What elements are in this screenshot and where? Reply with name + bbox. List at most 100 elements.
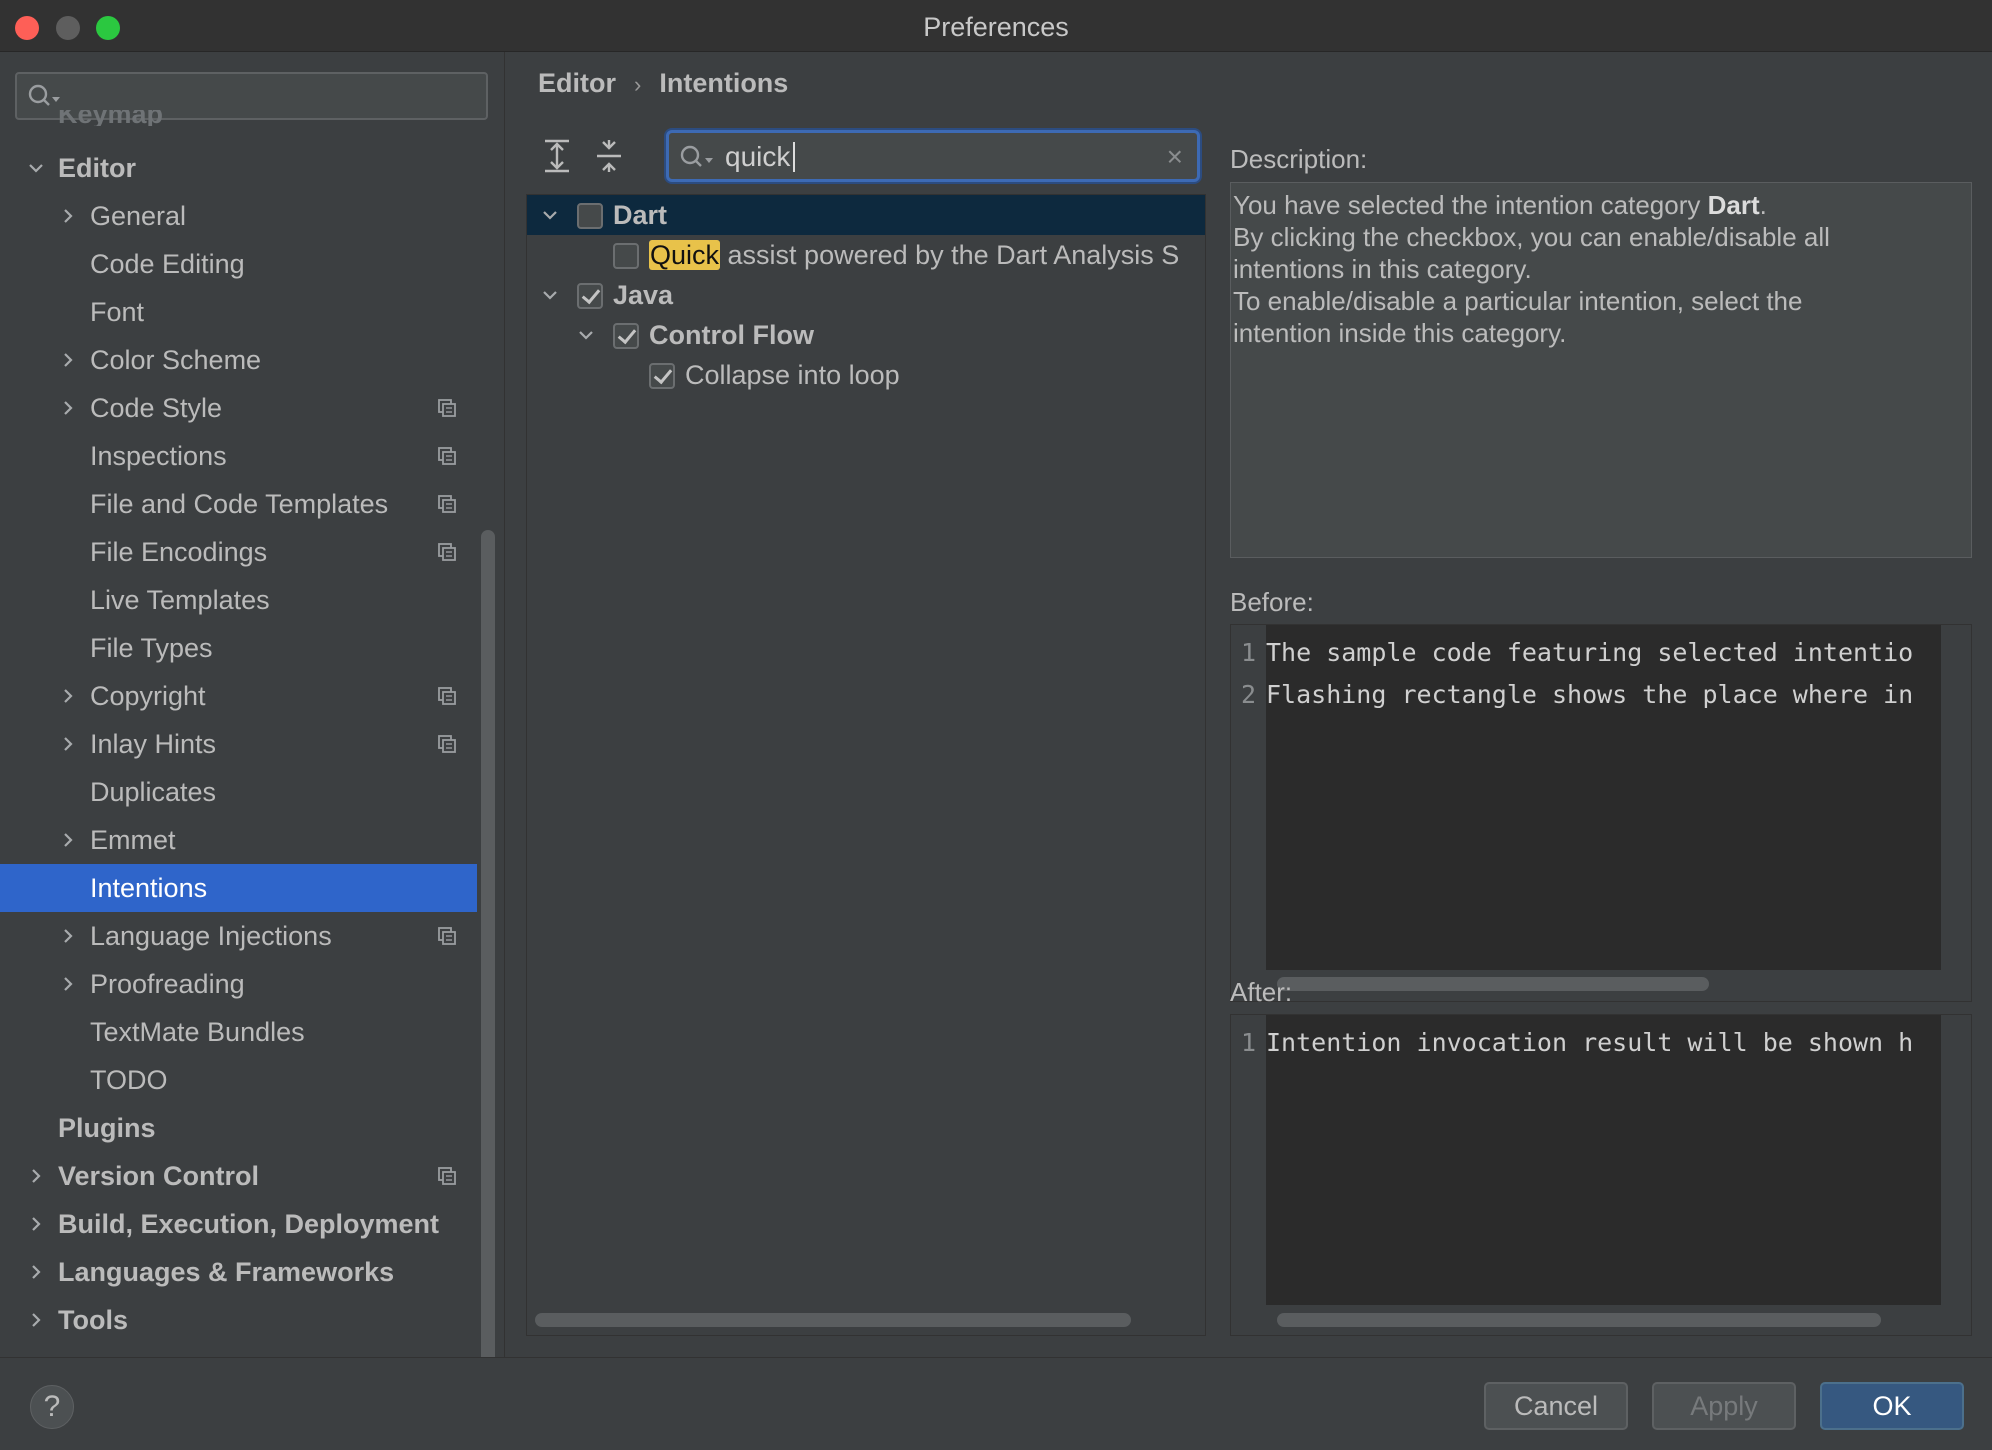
intention-checkbox[interactable] <box>577 203 603 229</box>
line-number: 1 <box>1241 638 1257 667</box>
sidebar-item-label: Intentions <box>90 873 208 903</box>
chevron-down-icon[interactable] <box>541 286 559 304</box>
intention-checkbox[interactable] <box>577 283 603 309</box>
sidebar-item-label: Editor <box>58 153 136 183</box>
sidebar-item-file-and-code-templates[interactable]: File and Code Templates <box>0 480 477 528</box>
chevron-right-icon[interactable] <box>27 1167 45 1185</box>
project-settings-icon <box>438 543 456 561</box>
ok-button[interactable]: OK <box>1820 1382 1964 1430</box>
sidebar-item-label: Plugins <box>58 1113 156 1143</box>
intention-tree-row[interactable]: Collapse into loop <box>527 355 1205 395</box>
chevron-right-icon[interactable] <box>59 351 77 369</box>
intention-tree-row[interactable]: Dart <box>527 195 1205 235</box>
chevron-right-icon[interactable] <box>27 1263 45 1281</box>
chevron-right-icon[interactable] <box>59 975 77 993</box>
sidebar-item-inlay-hints[interactable]: Inlay Hints <box>0 720 477 768</box>
clear-search-icon[interactable]: × <box>1167 141 1183 173</box>
sidebar-item-emmet[interactable]: Emmet <box>0 816 477 864</box>
sidebar-item-code-editing[interactable]: Code Editing <box>0 240 477 288</box>
code-line: 1 The sample code featuring selected inte… <box>1231 633 1941 673</box>
search-icon <box>680 145 713 167</box>
cancel-button[interactable]: Cancel <box>1484 1382 1628 1430</box>
expand-all-icon[interactable] <box>542 138 572 174</box>
intention-tree-row[interactable]: Java <box>527 275 1205 315</box>
apply-button[interactable]: Apply <box>1652 1382 1796 1430</box>
sidebar-item-live-templates[interactable]: Live Templates <box>0 576 477 624</box>
sidebar-item-language-injections[interactable]: Language Injections <box>0 912 477 960</box>
intention-label: Dart <box>613 200 668 230</box>
intentions-search-input[interactable]: quick × <box>666 130 1200 182</box>
code-text: Flashing rectangle shows the place where… <box>1266 680 1914 709</box>
breadcrumb-separator: › <box>634 72 642 97</box>
chevron-down-icon[interactable] <box>541 206 559 224</box>
settings-tree: Editor General Code Editing Font Color Schem… <box>0 122 477 1357</box>
description-line-end: . <box>1759 190 1767 220</box>
sidebar-item-label: Build, Execution, Deployment <box>58 1209 440 1239</box>
description-line: intention inside this category. <box>1233 318 1567 348</box>
sidebar-item-tools[interactable]: Tools <box>0 1296 477 1344</box>
collapse-all-icon[interactable] <box>594 138 624 174</box>
sidebar-item-label: Code Style <box>90 393 223 423</box>
sidebar-item-label: Color Scheme <box>90 345 262 375</box>
project-settings-icon <box>438 447 456 465</box>
sidebar-item-file-encodings[interactable]: File Encodings <box>0 528 477 576</box>
sidebar-item-plugins[interactable]: Plugins <box>0 1104 477 1152</box>
intention-tree-row[interactable]: Quick assist powered by the Dart Analysi… <box>527 235 1205 275</box>
project-settings-icon <box>438 735 456 753</box>
project-settings-icon <box>438 399 456 417</box>
intentions-panel: Editor › Intentions quick × Dart Quick assi… <box>506 52 1992 1357</box>
sidebar-item-general[interactable]: General <box>0 192 477 240</box>
sidebar-item-editor[interactable]: Editor <box>0 144 477 192</box>
sidebar-item-proofreading[interactable]: Proofreading <box>0 960 477 1008</box>
breadcrumb-intentions: Intentions <box>659 68 789 98</box>
sidebar-item-label: Tools <box>58 1305 128 1335</box>
chevron-down-icon[interactable] <box>577 326 595 344</box>
sidebar-item-color-scheme[interactable]: Color Scheme <box>0 336 477 384</box>
chevron-right-icon[interactable] <box>59 399 77 417</box>
after-code-preview: 1 Intention invocation result will be sho… <box>1230 1014 1972 1336</box>
sidebar-item-label: Proofreading <box>90 969 245 999</box>
sidebar-item-duplicates[interactable]: Duplicates <box>0 768 477 816</box>
chevron-right-icon[interactable] <box>27 1311 45 1329</box>
intention-checkbox[interactable] <box>613 323 639 349</box>
sidebar-item-file-types[interactable]: File Types <box>0 624 477 672</box>
chevron-right-icon[interactable] <box>59 927 77 945</box>
sidebar-item-todo[interactable]: TODO <box>0 1056 477 1104</box>
sidebar-item-copyright[interactable]: Copyright <box>0 672 477 720</box>
chevron-right-icon[interactable] <box>59 735 77 753</box>
intention-tree-row[interactable]: Control Flow <box>527 315 1205 355</box>
sidebar-scrollbar[interactable] <box>481 530 495 1405</box>
sidebar-item-label: Emmet <box>90 825 176 855</box>
tree-horizontal-scrollbar[interactable] <box>535 1313 1131 1327</box>
chevron-right-icon[interactable] <box>27 1215 45 1233</box>
text-caret <box>793 142 795 172</box>
sidebar-item-textmate-bundles[interactable]: TextMate Bundles <box>0 1008 477 1056</box>
code-text: Intention invocation result will be show… <box>1266 1028 1914 1057</box>
sidebar-item-languages-frameworks[interactable]: Languages & Frameworks <box>0 1248 477 1296</box>
description-category: Dart <box>1707 190 1760 220</box>
description-line: You have selected the intention category <box>1233 190 1708 220</box>
description-line: By clicking the checkbox, you can enable… <box>1233 222 1830 252</box>
code-text: The sample code featuring selected inten… <box>1266 638 1914 667</box>
sidebar-item-label: Languages & Frameworks <box>58 1257 395 1287</box>
intention-checkbox[interactable] <box>613 243 639 269</box>
before-horizontal-scrollbar[interactable] <box>1277 977 1709 991</box>
chevron-right-icon[interactable] <box>59 687 77 705</box>
breadcrumb-editor[interactable]: Editor <box>538 68 616 98</box>
chevron-down-icon[interactable] <box>27 159 45 177</box>
sidebar-item-intentions[interactable]: Intentions <box>0 864 477 912</box>
after-horizontal-scrollbar[interactable] <box>1277 1313 1881 1327</box>
sidebar-item-build-execution-deployment[interactable]: Build, Execution, Deployment <box>0 1200 477 1248</box>
sidebar-item-code-style[interactable]: Code Style <box>0 384 477 432</box>
project-settings-icon <box>438 687 456 705</box>
search-icon <box>28 84 60 106</box>
chevron-right-icon[interactable] <box>59 831 77 849</box>
sidebar-item-version-control[interactable]: Version Control <box>0 1152 477 1200</box>
chevron-right-icon[interactable] <box>59 207 77 225</box>
help-button[interactable]: ? <box>30 1385 74 1429</box>
sidebar-item-font[interactable]: Font <box>0 288 477 336</box>
sidebar-item-label: File Encodings <box>90 537 268 567</box>
sidebar-item-inspections[interactable]: Inspections <box>0 432 477 480</box>
intention-checkbox[interactable] <box>649 363 675 389</box>
sidebar-item-label: Version Control <box>58 1161 260 1191</box>
